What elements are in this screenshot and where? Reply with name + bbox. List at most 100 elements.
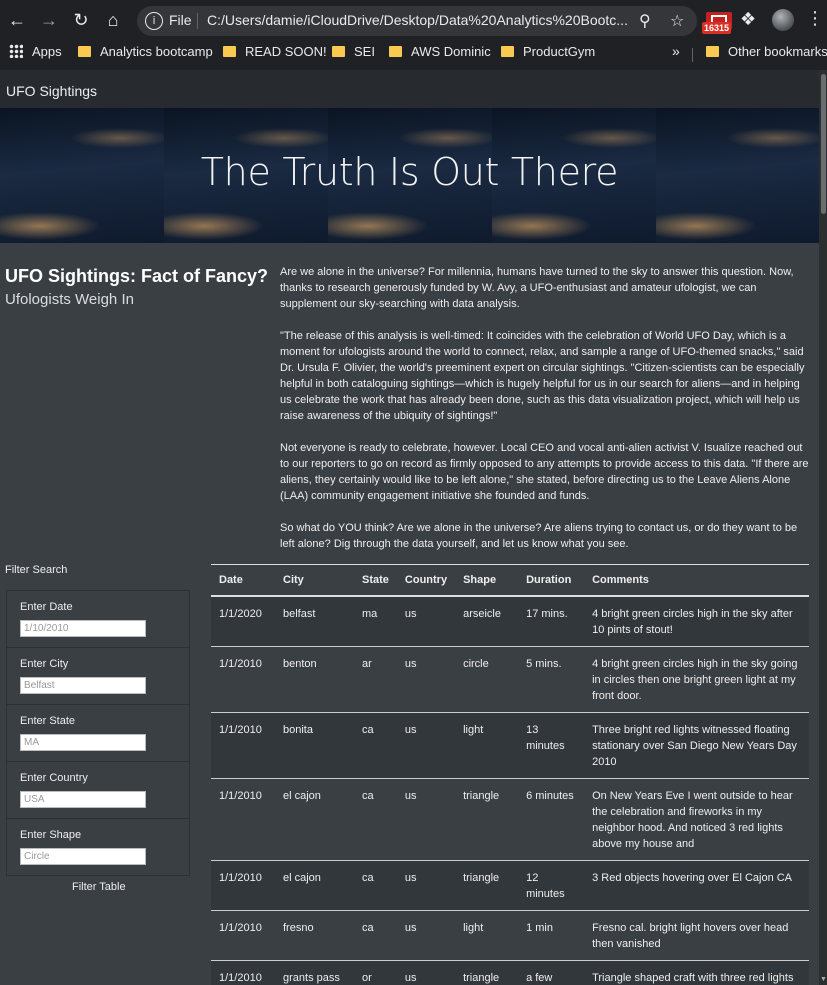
bookmark-other[interactable]: Other bookmarks	[706, 44, 827, 59]
filter-label: Enter Country	[20, 772, 88, 784]
cell-comments: 3 Red objects hovering over El Cajon CA	[584, 860, 809, 911]
filter-shape: Enter Shape	[6, 818, 190, 876]
filter-label: Enter State	[20, 715, 76, 727]
filter-panel: Enter Date Enter City Enter State Enter …	[6, 590, 190, 876]
browser-menu-icon[interactable]: ⋮	[806, 8, 824, 29]
cell-state: ca	[354, 712, 397, 779]
filter-table-button[interactable]: Filter Table	[72, 881, 126, 893]
filter-label: Enter Shape	[20, 829, 82, 841]
table-row: 1/1/2010 el cajon ca us triangle 6 minutes On …	[211, 778, 809, 861]
site-info-icon[interactable]: i	[145, 12, 163, 30]
folder-icon	[223, 46, 236, 57]
cell-state: ma	[354, 595, 397, 647]
cell-city: el cajon	[275, 860, 354, 911]
cell-city: fresno	[275, 910, 354, 961]
cell-country: us	[396, 860, 456, 911]
cell-country: us	[396, 910, 456, 961]
bookmarks-bar: Apps Analytics bootcamp READ SOON! SEI A…	[0, 40, 827, 68]
reload-icon[interactable]: ↻	[69, 8, 93, 32]
back-arrow-icon[interactable]: ←	[5, 8, 29, 32]
cell-shape: triangle	[455, 778, 519, 861]
filter-label: Enter Date	[20, 601, 73, 613]
bookmark-sei[interactable]: SEI	[332, 44, 375, 59]
header-country: Country	[396, 564, 456, 597]
filter-state: Enter State	[6, 704, 190, 761]
table-row: 1/1/2010grants passorustrianglea few min…	[211, 960, 809, 985]
cell-shape: circle	[455, 646, 519, 713]
shape-input[interactable]	[20, 848, 146, 865]
cell-city: belfast	[275, 595, 354, 647]
header-date: Date	[211, 564, 275, 597]
hero-banner: The Truth Is Out There	[0, 108, 819, 243]
browser-chrome: ← → ↻ ⌂ i File C:/Users/damie/iCloudDriv…	[0, 0, 827, 70]
filter-heading: Filter Search	[5, 564, 68, 576]
mail-count-badge: 16315	[702, 22, 732, 34]
header-city: City	[275, 564, 354, 597]
url-text[interactable]: C:/Users/damie/iCloudDrive/Desktop/Data%…	[207, 12, 631, 28]
cell-date: 1/1/2010	[211, 960, 275, 985]
cell-date: 1/1/2010	[211, 778, 275, 861]
cell-country: us	[396, 778, 456, 861]
cell-date: 1/1/2010	[211, 860, 275, 911]
bookmark-apps[interactable]: Apps	[9, 44, 62, 59]
cell-shape: triangle	[455, 960, 519, 985]
cell-date: 1/1/2010	[211, 910, 275, 961]
cell-date: 1/1/2010	[211, 712, 275, 779]
table-row: 1/1/2010 benton ar us circle 5 mins. 4 bright …	[211, 646, 809, 713]
cell-duration: 1 min	[518, 910, 585, 961]
table-row: 1/1/2010 bonita ca us light 13 minutes Three b…	[211, 712, 809, 779]
scrollbar-thumb[interactable]	[821, 74, 826, 214]
bookmarks-overflow-icon[interactable]: »	[672, 43, 680, 59]
article-paragraph: Not everyone is ready to celebrate, howe…	[280, 442, 809, 502]
cell-duration: 12 minutes	[518, 860, 585, 911]
cell-shape: light	[455, 910, 519, 961]
profile-avatar[interactable]	[772, 9, 794, 31]
cell-state: ca	[354, 860, 397, 911]
cell-shape: arseicle	[455, 595, 519, 647]
city-input[interactable]	[20, 677, 146, 694]
cell-comments: Three bright red lights witnessed floati…	[584, 712, 809, 779]
cell-city: el cajon	[275, 778, 354, 861]
state-input[interactable]	[20, 734, 146, 751]
cell-shape: triangle	[455, 860, 519, 911]
article-paragraph: "The release of this analysis is well-ti…	[280, 330, 805, 422]
navbar-brand[interactable]: UFO Sightings	[6, 83, 97, 99]
zoom-icon[interactable]: ⚲	[639, 11, 651, 30]
hero-title: The Truth Is Out There	[200, 150, 619, 194]
cell-state: ca	[354, 910, 397, 961]
filter-label: Enter City	[20, 658, 69, 670]
date-input[interactable]	[20, 620, 146, 637]
cell-city: grants pass	[275, 960, 354, 985]
forward-arrow-icon[interactable]: →	[37, 8, 61, 32]
cell-date: 1/1/2010	[211, 646, 275, 713]
country-input[interactable]	[20, 791, 146, 808]
page-content: UFO Sightings The Truth Is Out There UFO…	[0, 70, 819, 985]
bookmarks-divider	[692, 48, 693, 62]
bookmark-analytics-bootcamp[interactable]: Analytics bootcamp	[78, 44, 213, 59]
site-navbar: UFO Sightings	[0, 70, 819, 108]
bookmark-star-icon[interactable]: ☆	[670, 11, 684, 30]
cell-duration: 6 minutes	[518, 778, 585, 861]
cell-comments: On New Years Eve I went outside to hear …	[584, 778, 809, 861]
filter-country: Enter Country	[6, 761, 190, 818]
header-comments: Comments	[584, 564, 809, 597]
table-body: 1/1/2020 belfast ma us arseicle 17 mins. 4 bri…	[211, 595, 809, 985]
folder-icon	[78, 46, 91, 57]
bookmark-read-soon[interactable]: READ SOON!	[223, 44, 327, 59]
folder-icon	[501, 46, 514, 57]
address-bar[interactable]: i File C:/Users/damie/iCloudDrive/Deskto…	[137, 6, 697, 36]
filter-date: Enter Date	[6, 590, 190, 647]
bookmark-productgym[interactable]: ProductGym	[501, 44, 595, 59]
folder-icon	[706, 46, 719, 57]
cell-state: ca	[354, 778, 397, 861]
scroll-down-arrow-icon[interactable]: ▼	[820, 976, 827, 983]
home-icon[interactable]: ⌂	[101, 8, 125, 32]
bookmark-aws-dominic[interactable]: AWS Dominic	[389, 44, 491, 59]
cell-comments: 4 bright green circles high in the sky a…	[584, 595, 809, 647]
cell-date: 1/1/2020	[211, 595, 275, 647]
table-header-row: Date City State Country Shape Duration C…	[211, 564, 809, 597]
extensions-icon[interactable]: ❖	[740, 9, 756, 30]
cell-country: us	[396, 646, 456, 713]
apps-grid-icon	[9, 44, 23, 58]
cell-comments: Triangle shaped craft with three red lig…	[584, 960, 809, 985]
